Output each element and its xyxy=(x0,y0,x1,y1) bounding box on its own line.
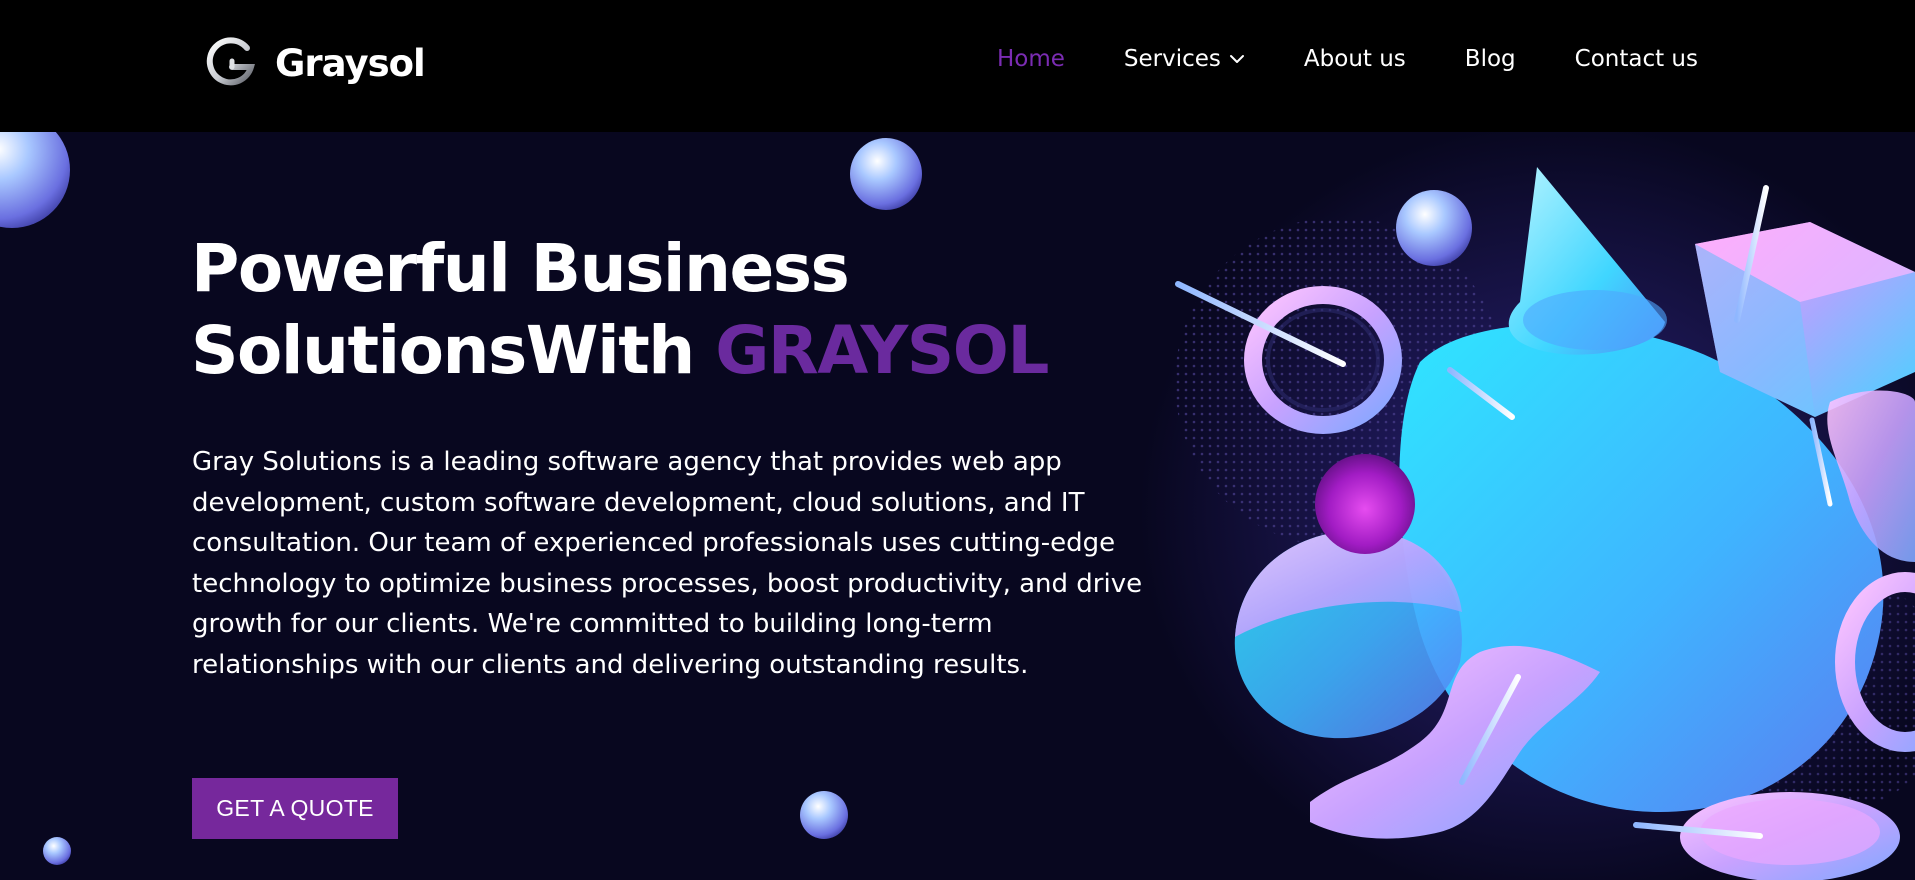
nav-about[interactable]: About us xyxy=(1304,46,1406,72)
hero-section: Powerful Business SolutionsWith GRAYSOL … xyxy=(0,132,1915,880)
hero-title-accent: GRAYSOL xyxy=(715,312,1049,389)
nav-contact-label: Contact us xyxy=(1574,46,1698,72)
hero-title: Powerful Business SolutionsWith GRAYSOL xyxy=(191,228,1051,392)
nav-contact[interactable]: Contact us xyxy=(1575,46,1698,72)
site-header: Graysol Home Services About us Blog Cont… xyxy=(0,0,1915,132)
chevron-down-icon xyxy=(1229,55,1244,63)
nav-about-label: About us xyxy=(1303,46,1406,72)
nav-services-label: Services xyxy=(1123,46,1221,72)
nav-blog-label: Blog xyxy=(1464,46,1516,72)
graysol-logo-icon xyxy=(206,37,255,86)
brand-logo-link[interactable]: Graysol xyxy=(205,34,426,92)
brand-name: Graysol xyxy=(275,41,426,85)
nav-home[interactable]: Home xyxy=(997,46,1065,72)
nav-services[interactable]: Services xyxy=(1124,46,1245,72)
main-nav: Home Services About us Blog Contact us xyxy=(997,46,1698,72)
get-a-quote-button[interactable]: GET A QUOTE xyxy=(192,778,398,839)
nav-home-label: Home xyxy=(997,46,1065,72)
nav-blog[interactable]: Blog xyxy=(1465,46,1516,72)
hero-title-line1: Powerful Business xyxy=(191,230,850,307)
hero-description: Gray Solutions is a leading software age… xyxy=(192,447,1143,680)
hero-title-line2: SolutionsWith xyxy=(191,312,716,389)
